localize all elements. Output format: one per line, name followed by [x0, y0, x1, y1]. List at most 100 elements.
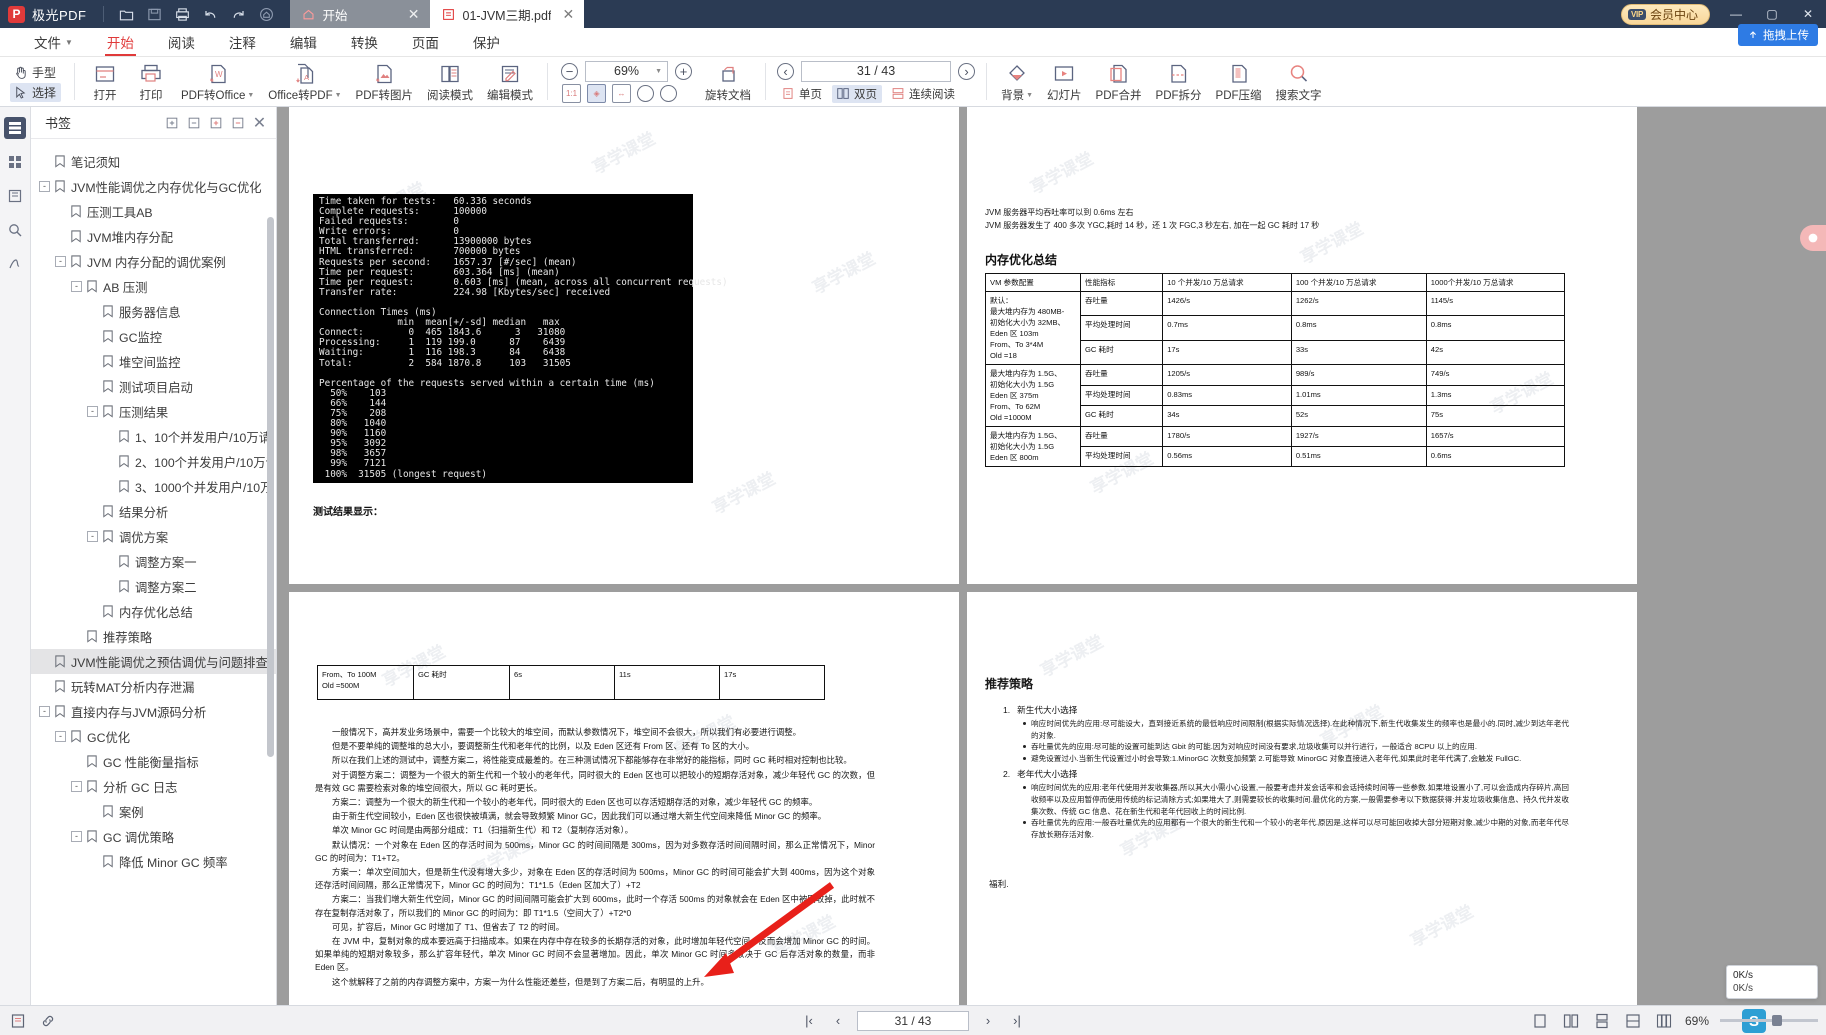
menu-read[interactable]: 阅读	[152, 28, 211, 57]
last-page-icon[interactable]: ›|	[1007, 1011, 1027, 1031]
menu-edit[interactable]: 编辑	[274, 28, 333, 57]
bookmark-item[interactable]: JVM堆内存分配	[31, 224, 276, 249]
bookmark-item[interactable]: - JVM性能调优之内存优化与GC优化	[31, 174, 276, 199]
bookmark-expand-toggle-icon[interactable]: -	[39, 706, 50, 717]
print-button[interactable]: 打印	[128, 57, 174, 106]
expand-all-icon[interactable]	[161, 112, 182, 133]
rotate-document-button[interactable]: 旋转文档	[698, 59, 758, 104]
menu-start[interactable]: 开始	[91, 28, 150, 57]
bookmark-expand-toggle-icon[interactable]: -	[39, 181, 50, 192]
bookmark-item[interactable]: 3、1000个并发用户/10万请求	[31, 474, 276, 499]
read-mode-button[interactable]: 阅读模式	[420, 57, 480, 106]
page-setup-icon[interactable]	[8, 1011, 28, 1031]
bookmark-expand-toggle-icon[interactable]: -	[71, 781, 82, 792]
view-mode-single[interactable]: 单页	[777, 85, 827, 103]
bookmark-item[interactable]: 案例	[31, 799, 276, 824]
single-layout-icon[interactable]	[1530, 1011, 1550, 1031]
bookmark-tree[interactable]: 笔记须知 - JVM性能调优之内存优化与GC优化 压测工具AB JVM堆内存分配 - JVM…	[31, 139, 276, 1005]
first-page-icon[interactable]: |‹	[799, 1011, 819, 1031]
menu-convert[interactable]: 转换	[335, 28, 394, 57]
tab-home[interactable]: 开始 ✕	[289, 0, 430, 28]
bookmark-item[interactable]: - AB 压测	[31, 274, 276, 299]
minimize-button[interactable]: ―	[1718, 7, 1754, 21]
chevron-right-circle-icon[interactable]: ›	[958, 62, 976, 80]
sidebar-scrollbar[interactable]	[267, 217, 274, 757]
redo-icon[interactable]	[226, 1, 252, 27]
menu-annotate[interactable]: 注释	[213, 28, 272, 57]
double-layout-icon[interactable]	[1561, 1011, 1581, 1031]
network-speed-widget[interactable]: 0K/s 0K/s	[1726, 965, 1818, 999]
thumbnails-icon[interactable]	[4, 117, 26, 139]
add-bookmark-icon[interactable]	[205, 112, 226, 133]
bookmark-expand-toggle-icon[interactable]: -	[87, 531, 98, 542]
bookmark-item[interactable]: - 分析 GC 日志	[31, 774, 276, 799]
signature-icon[interactable]	[4, 253, 26, 275]
bookmark-expand-toggle-icon[interactable]: -	[71, 831, 82, 842]
pdf-merge-button[interactable]: PDF合并	[1089, 57, 1149, 106]
scroll-icon[interactable]	[1623, 1011, 1643, 1031]
save-icon[interactable]	[142, 1, 168, 27]
open-folder-icon[interactable]	[114, 1, 140, 27]
print-icon[interactable]	[170, 1, 196, 27]
home-circle-icon[interactable]	[254, 1, 280, 27]
zoom-slider[interactable]	[1720, 1015, 1818, 1026]
vip-center-button[interactable]: VIP 会员中心	[1620, 3, 1710, 25]
open-button[interactable]: 打开	[82, 57, 128, 106]
bookmark-item[interactable]: 2、100个并发用户/10万请求	[31, 449, 276, 474]
bookmark-expand-toggle-icon[interactable]: -	[71, 281, 82, 292]
bookmark-item[interactable]: 调整方案二	[31, 574, 276, 599]
search-panel-icon[interactable]	[4, 219, 26, 241]
bookmark-item[interactable]: - JVM 内存分配的调优案例	[31, 249, 276, 274]
document-viewer[interactable]: 享学课堂 享学课堂 享学课堂 享学课堂 享学课堂 Time taken for …	[277, 107, 1826, 1005]
rotate-left-icon[interactable]	[637, 84, 655, 102]
bookmark-item[interactable]: 堆空间监控	[31, 349, 276, 374]
remove-bookmark-icon[interactable]	[227, 112, 248, 133]
close-button[interactable]: ✕	[1790, 7, 1826, 21]
bookmark-expand-toggle-icon[interactable]: -	[55, 731, 66, 742]
close-panel-icon[interactable]: ✕	[249, 112, 270, 133]
hand-tool[interactable]: 手型	[10, 63, 61, 82]
zoom-slider-handle[interactable]	[1772, 1015, 1782, 1026]
view-mode-double[interactable]: 双页	[832, 84, 883, 103]
bookmark-item[interactable]: - 调优方案	[31, 524, 276, 549]
office-to-pdf-button[interactable]: A Office转PDF ▼	[261, 57, 348, 106]
maximize-button[interactable]: ▢	[1754, 7, 1790, 21]
bookmark-item[interactable]: GC 性能衡量指标	[31, 749, 276, 774]
pdf-compress-button[interactable]: PDF压缩	[1209, 57, 1269, 106]
collapse-all-icon[interactable]	[183, 112, 204, 133]
bookmark-item[interactable]: - 压测结果	[31, 399, 276, 424]
menu-protect[interactable]: 保护	[457, 28, 516, 57]
bookmark-item[interactable]: 1、10个并发用户/10万请求	[31, 424, 276, 449]
bookmark-item[interactable]: 推荐策略	[31, 624, 276, 649]
edit-mode-button[interactable]: 编辑模式	[480, 57, 540, 106]
zoom-in-button[interactable]: +	[675, 62, 693, 80]
bookmark-item[interactable]: 笔记须知	[31, 149, 276, 174]
bookmark-item[interactable]: - GC优化	[31, 724, 276, 749]
slideshow-button[interactable]: 幻灯片	[1040, 57, 1089, 106]
zoom-out-button[interactable]: −	[561, 62, 579, 80]
undo-icon[interactable]	[198, 1, 224, 27]
zoom-level-field[interactable]: 69% ▼	[585, 60, 669, 82]
bookmark-item[interactable]: JVM性能调优之预估调优与问题排查	[31, 649, 276, 674]
prev-page-icon[interactable]: ‹	[828, 1011, 848, 1031]
pdf-to-office-button[interactable]: W PDF转Office ▼	[174, 57, 261, 106]
next-page-icon[interactable]: ›	[978, 1011, 998, 1031]
tab-document-close-icon[interactable]: ✕	[558, 7, 574, 21]
bookmark-item[interactable]: 降低 Minor GC 频率	[31, 849, 276, 874]
pdf-split-button[interactable]: PDF拆分	[1149, 57, 1209, 106]
select-tool[interactable]: 选择	[10, 83, 62, 102]
continuous-icon[interactable]	[1592, 1011, 1612, 1031]
tab-document[interactable]: 01-JVM三期.pdf ✕	[429, 0, 585, 28]
drag-upload-button[interactable]: 拖拽上传	[1738, 24, 1818, 46]
status-page-input[interactable]: 31 / 43	[857, 1010, 969, 1031]
actual-size-icon[interactable]: 1:1	[562, 83, 582, 103]
rotate-right-icon[interactable]	[660, 84, 678, 102]
fit-width-icon[interactable]: ↔	[612, 83, 632, 103]
bookmark-panel-icon[interactable]	[4, 185, 26, 207]
search-text-button[interactable]: 搜索文字	[1269, 57, 1329, 106]
grid-icon[interactable]	[4, 151, 26, 173]
background-button[interactable]: 背景 ▼	[994, 57, 1040, 106]
bookmark-item[interactable]: - 直接内存与JVM源码分析	[31, 699, 276, 724]
bookmark-expand-toggle-icon[interactable]: -	[87, 406, 98, 417]
feedback-bubble-icon[interactable]	[1800, 225, 1826, 251]
